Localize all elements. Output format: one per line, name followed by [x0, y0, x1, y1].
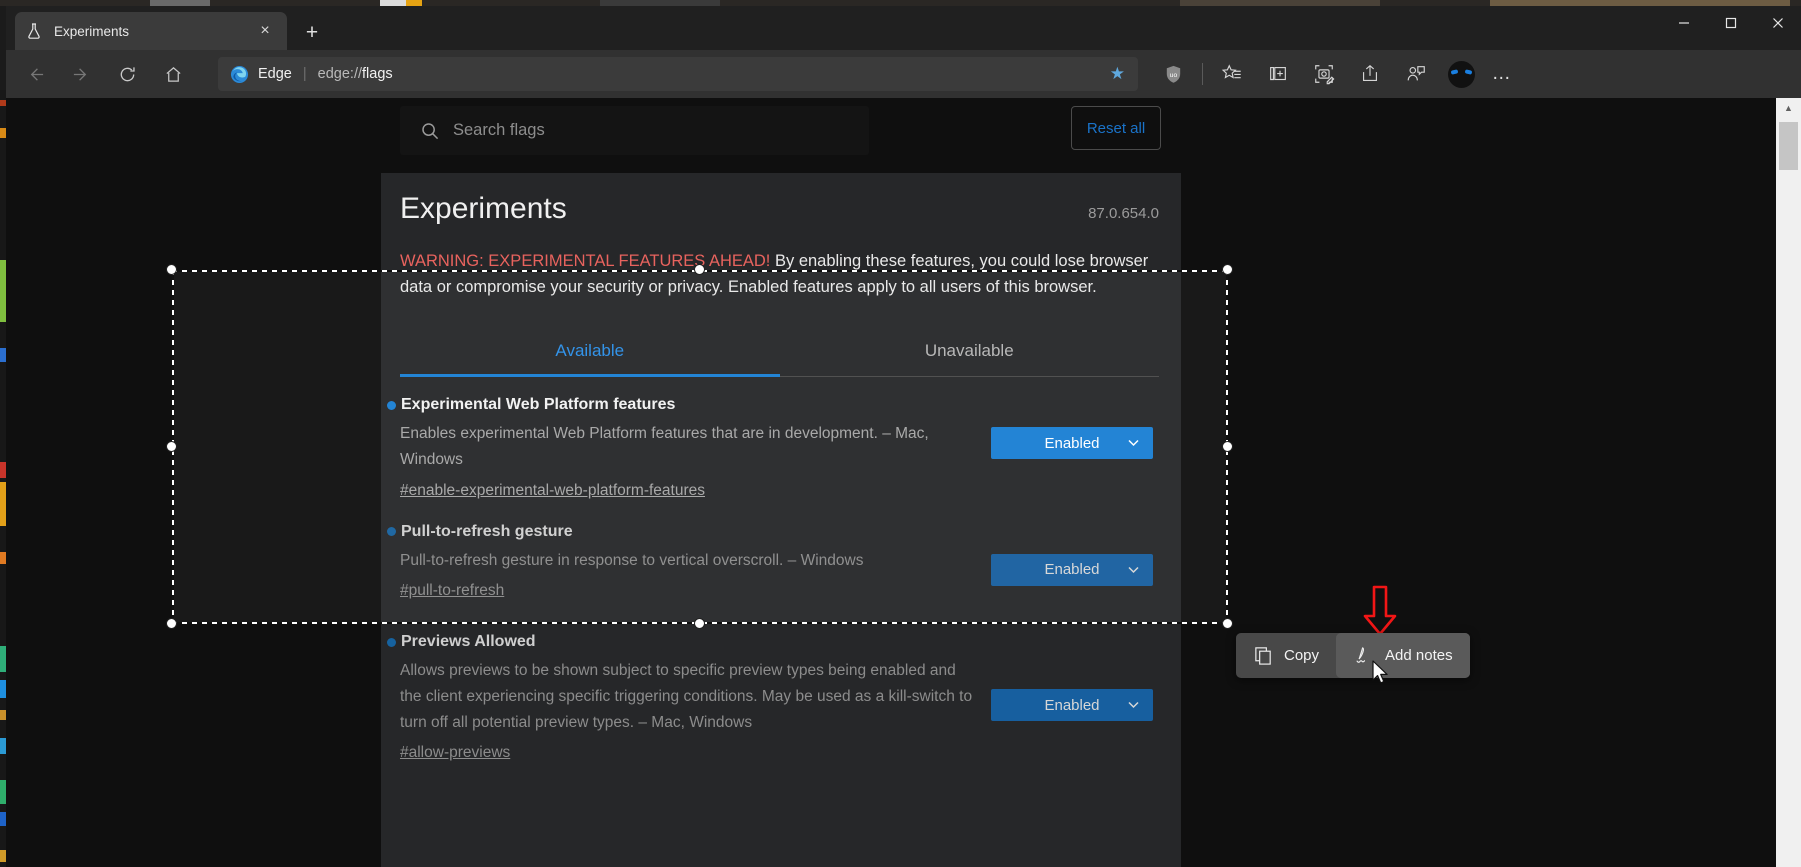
share-with-device-icon[interactable] — [1398, 56, 1434, 92]
browser-window: Experiments × + Edge | edge://flags ★ uo… — [6, 6, 1801, 867]
context-menu-item-add-notes[interactable]: Add notes — [1336, 633, 1470, 678]
browser-tab-experiments[interactable]: Experiments × — [15, 12, 287, 50]
context-menu: Copy Add notes — [1236, 633, 1470, 678]
omnibox-url-path: flags — [362, 66, 393, 82]
maximize-button[interactable] — [1707, 6, 1754, 40]
flag-status-dot-icon — [387, 637, 396, 647]
tab-title: Experiments — [54, 23, 130, 39]
mouse-cursor — [1372, 660, 1391, 691]
flag-name: Experimental Web Platform features — [401, 396, 676, 414]
page-title: Experiments — [400, 192, 567, 225]
flask-icon — [25, 22, 43, 40]
flag-status-dot-icon — [387, 527, 396, 537]
close-icon[interactable]: × — [253, 19, 277, 43]
flag-name: Pull-to-refresh gesture — [401, 522, 573, 540]
version-label: 87.0.654.0 — [1088, 205, 1159, 222]
flag-status-dot-icon — [387, 400, 396, 410]
flags-panel: Experiments 87.0.654.0 WARNING: EXPERIME… — [381, 173, 1181, 867]
refresh-button[interactable] — [108, 55, 146, 93]
edge-logo-icon — [230, 65, 249, 84]
scroll-up-button[interactable]: ▲ — [1776, 98, 1801, 118]
search-flags-box[interactable] — [400, 106, 869, 155]
flags-toolbar: Reset all — [6, 98, 1776, 173]
flags-tabs: Available Unavailable — [400, 328, 1160, 378]
ublock-shield-icon[interactable]: uo — [1155, 56, 1191, 92]
svg-text:uo: uo — [1169, 71, 1177, 78]
collections-icon[interactable] — [1260, 56, 1296, 92]
warning-heading: WARNING: EXPERIMENTAL FEATURES AHEAD! — [400, 252, 771, 270]
omnibox-separator: | — [302, 66, 307, 82]
window-controls — [1660, 6, 1801, 40]
search-icon — [420, 121, 440, 141]
forward-button[interactable] — [62, 55, 100, 93]
omnibox-url-scheme: edge:// — [317, 66, 362, 82]
flag-state-value: Enabled — [1044, 561, 1100, 579]
search-input[interactable] — [453, 121, 869, 140]
profile-avatar[interactable] — [1448, 60, 1475, 88]
chevron-down-icon — [1128, 436, 1139, 450]
tab-strip: Experiments × + — [6, 6, 1801, 50]
warning-text: WARNING: EXPERIMENTAL FEATURES AHEAD! By… — [400, 249, 1159, 300]
avatar-eye-right — [1464, 68, 1473, 75]
flag-state-value: Enabled — [1044, 434, 1100, 452]
context-menu-item-copy[interactable]: Copy — [1236, 633, 1336, 678]
flag-description: Allows previews to be shown subject to s… — [400, 662, 973, 731]
settings-and-more-button[interactable]: … — [1484, 56, 1520, 92]
tab-unavailable[interactable]: Unavailable — [780, 328, 1160, 376]
share-icon[interactable] — [1352, 56, 1388, 92]
star-icon[interactable]: ★ — [1110, 64, 1125, 84]
flag-header: Previews Allowed — [387, 633, 1159, 651]
new-tab-button[interactable]: + — [298, 18, 326, 46]
flag-description: Pull-to-refresh gesture in response to v… — [400, 551, 864, 569]
page-viewport: Reset all Experiments 87.0.654.0 WARNING… — [6, 98, 1801, 867]
flags-body: Experiments 87.0.654.0 WARNING: EXPERIME… — [6, 173, 1776, 867]
flag-state-select[interactable]: Enabled — [991, 553, 1153, 586]
scrollbar-thumb[interactable] — [1779, 122, 1798, 170]
flag-anchor-link[interactable]: #allow-previews — [400, 744, 510, 762]
flag-entry: Pull-to-refresh gesture Pull-to-refresh … — [387, 504, 1159, 605]
flag-name: Previews Allowed — [401, 633, 536, 651]
flag-state-value: Enabled — [1044, 696, 1100, 714]
navigation-toolbar: Edge | edge://flags ★ uo … — [6, 50, 1801, 98]
close-window-button[interactable] — [1754, 6, 1801, 40]
tab-available[interactable]: Available — [400, 328, 780, 378]
context-menu-label: Copy — [1284, 647, 1320, 664]
flag-description: Enables experimental Web Platform featur… — [400, 425, 929, 468]
favorites-icon[interactable] — [1214, 56, 1250, 92]
web-capture-icon[interactable] — [1306, 56, 1342, 92]
chevron-down-icon — [1128, 563, 1139, 577]
page-scrollbar[interactable]: ▲ — [1776, 98, 1801, 867]
avatar-eye-left — [1450, 68, 1459, 75]
home-button[interactable] — [154, 55, 192, 93]
back-button[interactable] — [16, 55, 54, 93]
flags-page: Reset all Experiments 87.0.654.0 WARNING… — [6, 98, 1776, 867]
toolbar-icons: uo … — [1150, 56, 1526, 92]
flag-state-select[interactable]: Enabled — [991, 427, 1153, 460]
address-bar[interactable]: Edge | edge://flags ★ — [218, 57, 1138, 91]
flag-header: Experimental Web Platform features — [387, 396, 1159, 414]
flag-anchor-link[interactable]: #enable-experimental-web-platform-featur… — [400, 482, 705, 500]
flag-anchor-link[interactable]: #pull-to-refresh — [400, 582, 504, 600]
flag-state-select[interactable]: Enabled — [991, 689, 1153, 722]
omnibox-brand: Edge — [258, 66, 292, 82]
flag-header: Pull-to-refresh gesture — [387, 523, 1159, 541]
omnibox-url: edge://flags — [318, 66, 393, 82]
toolbar-divider — [1202, 63, 1203, 85]
context-menu-label: Add notes — [1385, 647, 1453, 664]
chevron-down-icon — [1128, 698, 1139, 712]
copy-icon — [1253, 645, 1274, 666]
flag-entry: Experimental Web Platform features Enabl… — [387, 377, 1159, 503]
page-header: Experiments 87.0.654.0 — [400, 191, 1159, 227]
flag-entry: Previews Allowed Allows previews to be s… — [387, 604, 1159, 766]
reset-all-button[interactable]: Reset all — [1071, 106, 1161, 150]
minimize-button[interactable] — [1660, 6, 1707, 40]
